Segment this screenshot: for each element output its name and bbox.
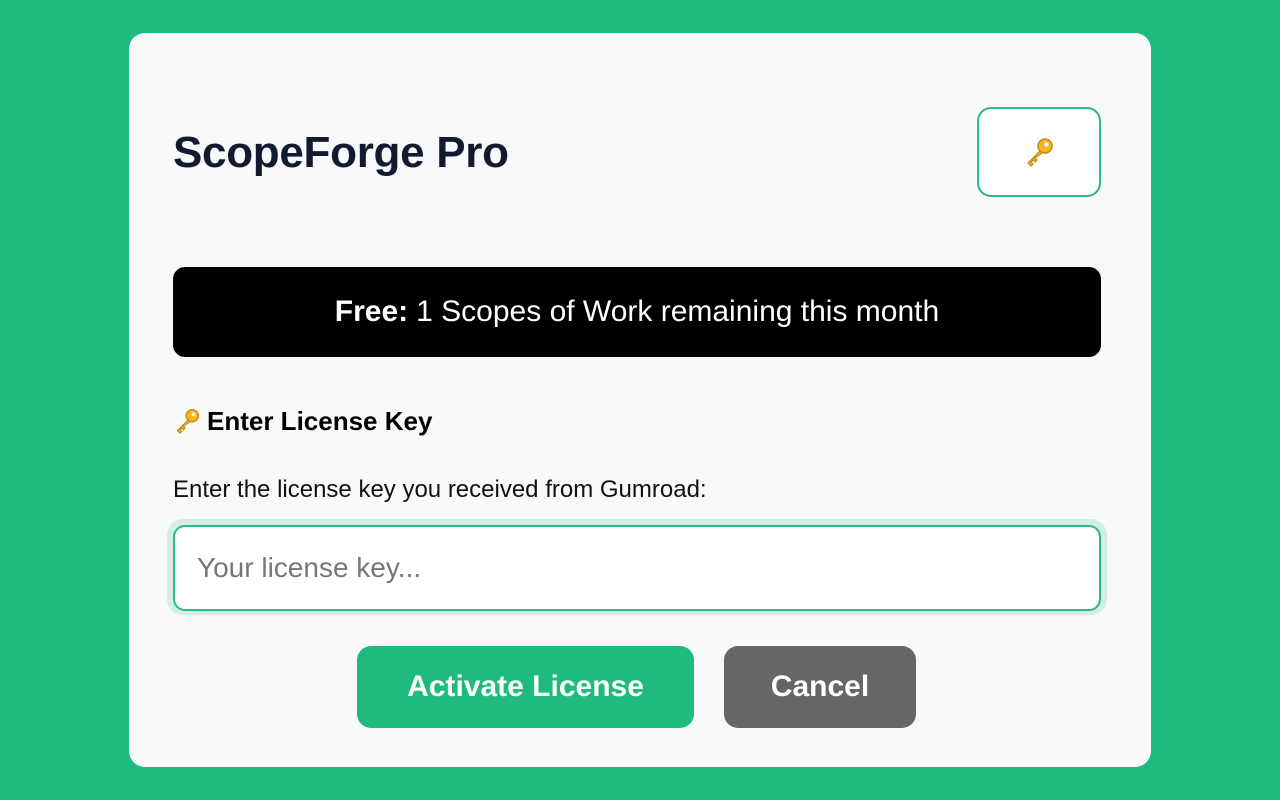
- status-message: 1 Scopes of Work remaining this month: [416, 295, 940, 328]
- activate-license-button[interactable]: Activate License: [357, 646, 694, 728]
- cancel-button[interactable]: Cancel: [724, 646, 916, 728]
- status-prefix: Free:: [334, 295, 409, 328]
- key-icon: [176, 408, 200, 434]
- license-instruction: Enter the license key you received from …: [173, 476, 707, 503]
- license-heading-text: Enter License Key: [207, 405, 433, 436]
- page-title: ScopeForge Pro: [173, 128, 509, 177]
- license-key-button[interactable]: [977, 107, 1101, 197]
- license-key-input[interactable]: [173, 525, 1101, 611]
- license-section-heading: Enter License Key: [173, 401, 432, 441]
- usage-status-banner: Free: 1 Scopes of Work remaining this mo…: [173, 267, 1101, 357]
- key-icon: [1027, 138, 1053, 167]
- license-dialog: ScopeForge Pro Free: 1 Scopes of Work re…: [129, 33, 1151, 767]
